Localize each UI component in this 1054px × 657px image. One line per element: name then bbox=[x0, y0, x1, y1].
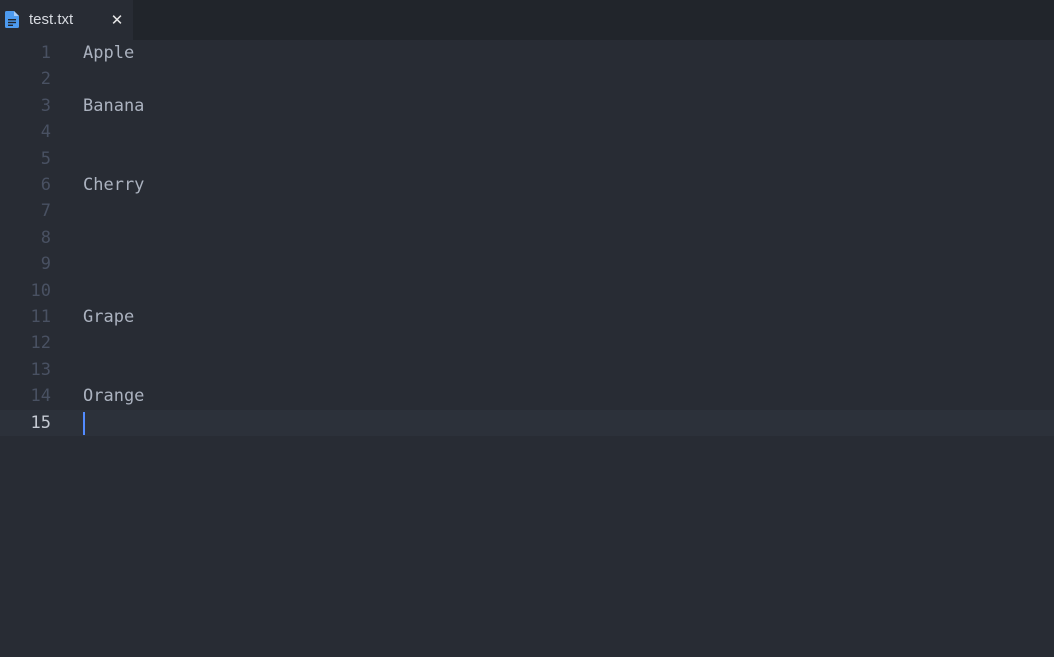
line-text: Banana bbox=[83, 95, 145, 116]
line-number: 14 bbox=[30, 386, 51, 407]
line-number: 2 bbox=[40, 69, 51, 90]
editor-line[interactable]: 3 Banana bbox=[0, 93, 1054, 119]
close-icon[interactable]: ✕ bbox=[108, 11, 126, 29]
editor-line[interactable]: 8 bbox=[0, 225, 1054, 251]
editor-line[interactable]: 14 Orange bbox=[0, 383, 1054, 409]
editor-line[interactable]: 9 bbox=[0, 251, 1054, 277]
editor-line[interactable]: 11 Grape bbox=[0, 304, 1054, 330]
tab-title: test.txt bbox=[29, 11, 74, 28]
line-text: Orange bbox=[83, 386, 145, 407]
editor-line[interactable]: 2 bbox=[0, 66, 1054, 92]
line-number: 6 bbox=[40, 175, 51, 195]
line-text: Grape bbox=[83, 307, 135, 327]
tab-bar: test.txt ✕ bbox=[0, 0, 1054, 40]
line-number: 10 bbox=[30, 280, 51, 301]
file-text-icon bbox=[5, 11, 19, 28]
editor-line[interactable]: 5 bbox=[0, 146, 1054, 172]
editor-line[interactable]: 15 bbox=[0, 409, 1054, 436]
editor-window: test.txt ✕ 1 Apple 2 3 Banana 4 5 6 Cherry 7 8 9 10 1… bbox=[0, 0, 1054, 657]
editor-line[interactable]: 10 bbox=[0, 278, 1054, 304]
line-number: 5 bbox=[40, 148, 51, 169]
editor-line[interactable]: 13 bbox=[0, 357, 1054, 383]
line-number: 1 bbox=[40, 43, 51, 63]
line-number: 7 bbox=[40, 201, 51, 222]
text-cursor bbox=[83, 411, 85, 435]
line-number: 3 bbox=[40, 95, 51, 116]
line-text: Cherry bbox=[83, 175, 145, 195]
tab-test-txt[interactable]: test.txt ✕ bbox=[0, 0, 133, 40]
line-number: 4 bbox=[40, 122, 51, 143]
editor-line[interactable]: 4 bbox=[0, 119, 1054, 145]
line-number: 12 bbox=[30, 333, 51, 354]
line-text: Apple bbox=[83, 43, 135, 63]
line-number: 9 bbox=[40, 254, 51, 275]
line-number: 15 bbox=[30, 412, 51, 433]
editor-line[interactable]: 12 bbox=[0, 330, 1054, 356]
line-number: 11 bbox=[30, 307, 51, 327]
text-editor[interactable]: 1 Apple 2 3 Banana 4 5 6 Cherry 7 8 9 10 11 Grape 12 13 1… bbox=[0, 40, 1054, 657]
editor-line[interactable]: 6 Cherry bbox=[0, 172, 1054, 198]
editor-line[interactable]: 1 Apple bbox=[0, 40, 1054, 66]
editor-line[interactable]: 7 bbox=[0, 198, 1054, 224]
line-number: 8 bbox=[40, 227, 51, 248]
line-number: 13 bbox=[30, 359, 51, 380]
